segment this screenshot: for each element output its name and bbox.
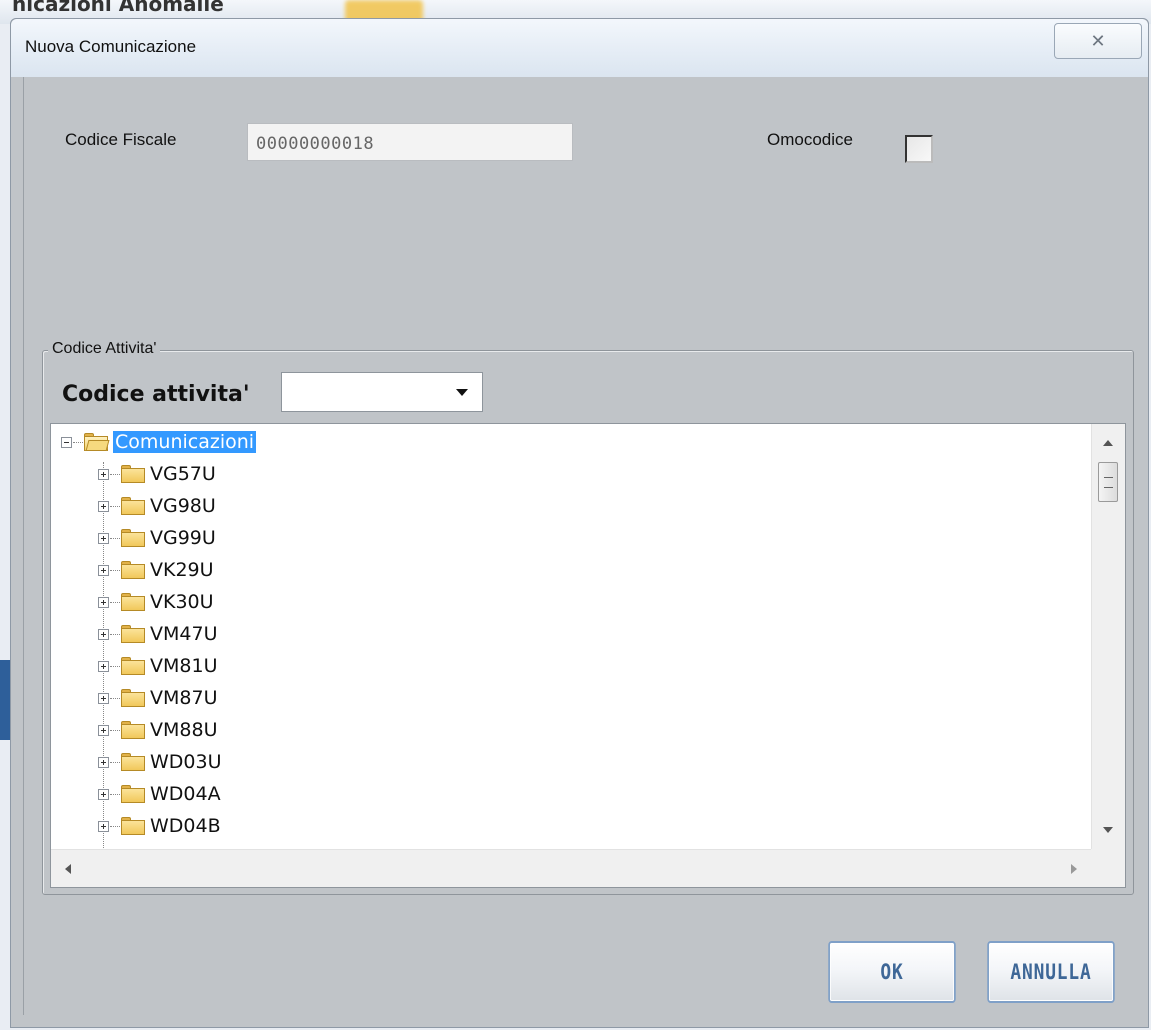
expand-icon[interactable]: [98, 820, 109, 832]
folder-icon: [121, 561, 145, 579]
tree-connector: [110, 793, 120, 795]
tree-node-label: VM47U: [150, 623, 218, 645]
nuova-comunicazione-dialog: Nuova Comunicazione ✕ Codice Fiscale 000…: [10, 18, 1149, 1028]
comunicazioni-tree[interactable]: Comunicazioni VG57U VG98U VG99U VK29U VK30U V…: [50, 423, 1126, 888]
tree-node-label: Comunicazioni: [113, 431, 257, 453]
folder-icon: [121, 817, 145, 835]
folder-icon: [121, 753, 145, 771]
ok-button[interactable]: OK: [828, 941, 956, 1003]
tree-connector: [110, 601, 120, 603]
scroll-thumb[interactable]: [1098, 462, 1118, 502]
close-button[interactable]: ✕: [1054, 23, 1142, 59]
tree-node-label: VG57U: [150, 463, 216, 485]
tree-connector: [110, 665, 120, 667]
horizontal-scrollbar[interactable]: [51, 849, 1091, 887]
omocodice-checkbox[interactable]: [905, 135, 933, 163]
tree-connector: [110, 825, 120, 827]
scrollbar-corner: [1091, 849, 1125, 887]
tree-node[interactable]: VK30U: [98, 586, 214, 618]
tree-node-label: WD04B: [150, 815, 221, 837]
tree-node[interactable]: VM88U: [98, 714, 217, 746]
tree-node-label: VM81U: [150, 655, 218, 677]
scroll-left-icon[interactable]: [65, 864, 71, 874]
dialog-body: Codice Fiscale 00000000018 Omocodice Cod…: [23, 77, 1136, 1015]
codice-fiscale-field[interactable]: 00000000018: [247, 123, 573, 161]
tree-node[interactable]: VM47U: [98, 618, 217, 650]
tree-node[interactable]: VK29U: [98, 554, 214, 586]
expand-icon[interactable]: [98, 532, 109, 544]
folder-icon: [121, 625, 145, 643]
tree-node[interactable]: VG99U: [98, 522, 216, 554]
tree-connector: [110, 633, 120, 635]
close-icon: ✕: [1090, 30, 1106, 52]
tree-node-root[interactable]: Comunicazioni: [61, 426, 257, 458]
dialog-title: Nuova Comunicazione: [25, 37, 197, 56]
codice-attivita-label: Codice attivita': [62, 382, 250, 407]
scroll-right-icon[interactable]: [1071, 864, 1077, 874]
tree-node-label: WD04A: [150, 783, 221, 805]
tree-node-label: WD03U: [150, 751, 222, 773]
tree-connector: [110, 697, 120, 699]
tree-node[interactable]: VM87U: [98, 682, 217, 714]
background-window-title: nicazioni Anomalie: [12, 0, 224, 16]
folder-icon: [121, 593, 145, 611]
expand-icon[interactable]: [98, 628, 109, 640]
collapse-icon[interactable]: [61, 436, 72, 448]
omocodice-label: Omocodice: [767, 130, 853, 149]
folder-icon: [121, 657, 145, 675]
scroll-up-icon[interactable]: [1103, 440, 1113, 446]
codice-attivita-dropdown[interactable]: [281, 372, 483, 412]
expand-icon[interactable]: [98, 500, 109, 512]
tree-node[interactable]: VG57U: [98, 458, 216, 490]
tree-viewport: Comunicazioni VG57U VG98U VG99U VK29U VK30U V…: [51, 424, 1091, 849]
expand-icon[interactable]: [98, 564, 109, 576]
tree-node[interactable]: WD04B: [98, 810, 221, 842]
scroll-down-icon[interactable]: [1103, 827, 1113, 833]
expand-icon[interactable]: [98, 724, 109, 736]
folder-icon: [121, 785, 145, 803]
tree-node-label: VK29U: [150, 559, 214, 581]
folder-icon: [121, 721, 145, 739]
expand-icon[interactable]: [98, 468, 109, 480]
codice-fiscale-label: Codice Fiscale: [65, 130, 177, 149]
tree-node-label: VK30U: [150, 591, 214, 613]
tree-connector: [110, 761, 120, 763]
codice-attivita-group-legend: Codice Attivita': [48, 340, 161, 358]
folder-icon: [121, 465, 145, 483]
vertical-scrollbar[interactable]: [1091, 424, 1125, 849]
expand-icon[interactable]: [98, 692, 109, 704]
tree-node[interactable]: WD03U: [98, 746, 222, 778]
annulla-button[interactable]: ANNULLA: [987, 941, 1115, 1003]
expand-icon[interactable]: [98, 596, 109, 608]
tree-node-label: VG98U: [150, 495, 216, 517]
tree-connector: [110, 505, 120, 507]
tree-node[interactable]: VG98U: [98, 490, 216, 522]
tree-connector: [110, 473, 120, 475]
dialog-titlebar[interactable]: Nuova Comunicazione ✕: [11, 19, 1148, 77]
folder-icon: [121, 497, 145, 515]
expand-icon[interactable]: [98, 660, 109, 672]
tree-node-label: VM88U: [150, 719, 218, 741]
expand-icon[interactable]: [98, 788, 109, 800]
tree-connector: [110, 729, 120, 731]
tree-connector: [110, 569, 120, 571]
tree-connector: [73, 441, 83, 443]
tree-node[interactable]: VM81U: [98, 650, 217, 682]
tree-node[interactable]: WD04A: [98, 778, 221, 810]
expand-icon[interactable]: [98, 756, 109, 768]
tree-node-label: VG99U: [150, 527, 216, 549]
chevron-down-icon[interactable]: [456, 389, 468, 396]
folder-icon: [121, 689, 145, 707]
folder-icon: [121, 529, 145, 547]
tree-connector: [110, 537, 120, 539]
open-folder-icon: [84, 433, 110, 451]
tree-node-label: VM87U: [150, 687, 218, 709]
